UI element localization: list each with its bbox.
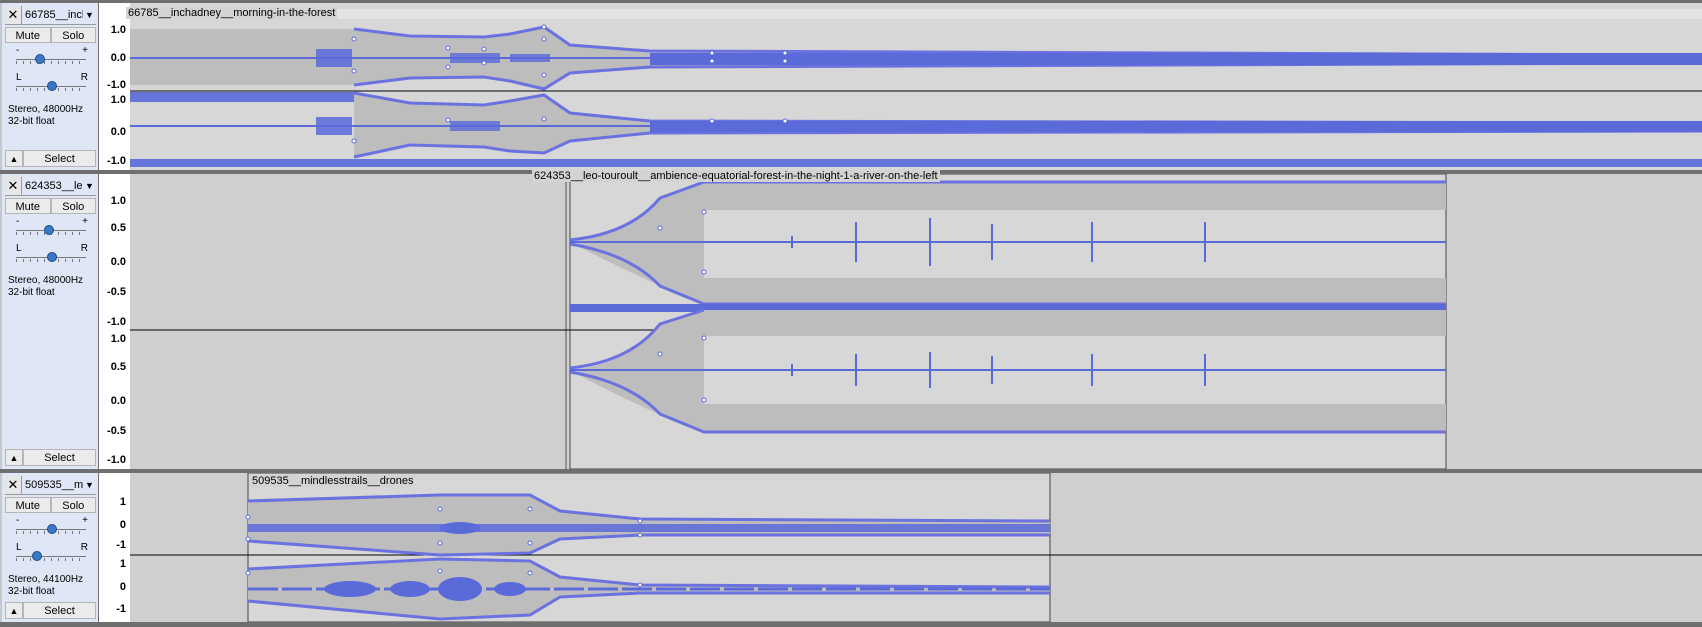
gain-slider[interactable]: - + (12, 45, 90, 67)
scale-label: 0.0 (110, 126, 126, 138)
solo-button[interactable]: Solo (50, 27, 96, 43)
waveform-svg[interactable] (130, 472, 1702, 623)
solo-button[interactable]: Solo (50, 497, 96, 513)
chevron-down-icon[interactable]: ▼ (83, 476, 96, 494)
scale-label: -0.5 (107, 286, 126, 298)
track-control-panel: ✕ 509535__mi ▼ Mute Solo - + L R Stereo, … (2, 473, 99, 622)
track-header: ✕ 624353__leo ▼ (5, 177, 96, 196)
scale-label: 1.0 (110, 24, 126, 36)
scale-label: -1.0 (107, 316, 126, 328)
close-icon[interactable]: ✕ (5, 177, 22, 195)
pan-slider-thumb[interactable] (47, 81, 57, 91)
scale-label: -1 (116, 603, 126, 615)
pan-slider[interactable]: L R (12, 542, 90, 564)
close-icon[interactable]: ✕ (5, 6, 22, 24)
track-control-panel: ✕ 624353__leo ▼ Mute Solo - + L R Stereo,… (2, 174, 99, 469)
scale-label: 0.0 (110, 256, 126, 268)
mute-button[interactable]: Mute (5, 497, 51, 513)
vertical-ruler[interactable]: 1 0 -1 1 0 -1 (99, 473, 130, 622)
scale-label: 1.0 (110, 333, 126, 345)
gain-slider[interactable]: - + (12, 216, 90, 238)
scale-label: 1 (119, 496, 126, 508)
scale-label: -1 (116, 539, 126, 551)
gain-slider-thumb[interactable] (35, 54, 45, 64)
pan-slider[interactable]: L R (12, 243, 90, 265)
scale-label: -0.5 (107, 425, 126, 437)
close-icon[interactable]: ✕ (5, 476, 22, 494)
collapse-icon[interactable]: ▲ (5, 449, 23, 466)
collapse-icon[interactable]: ▲ (5, 150, 23, 167)
waveform-area[interactable]: 66785__inchadney__morning-in-the-forest (126, 3, 1702, 170)
track-name-menu[interactable]: 624353__leo (22, 177, 83, 195)
scale-label: 0.0 (110, 395, 126, 407)
pan-left-label: L (16, 542, 22, 553)
clip-name[interactable]: 509535__mindlesstrails__drones (250, 475, 416, 487)
track-name-menu[interactable]: 509535__mi (22, 476, 83, 494)
solo-button[interactable]: Solo (50, 198, 96, 214)
track-name-menu[interactable]: 66785__inch (22, 6, 83, 24)
scale-label: -1.0 (107, 79, 126, 91)
track-header: ✕ 509535__mi ▼ (5, 476, 96, 495)
track-header: ✕ 66785__inch ▼ (5, 6, 96, 25)
collapse-icon[interactable]: ▲ (5, 602, 23, 619)
track-format-info: Stereo, 48000Hz 32-bit float (8, 275, 84, 298)
scale-label: -1.0 (107, 454, 126, 466)
track-format-info: Stereo, 48000Hz 32-bit float (8, 104, 84, 127)
chevron-down-icon[interactable]: ▼ (83, 6, 96, 24)
pan-slider-thumb[interactable] (47, 252, 57, 262)
track-control-panel: ✕ 66785__inch ▼ Mute Solo - + L R Stereo,… (2, 3, 99, 170)
scale-label: 1 (119, 558, 126, 570)
waveform-area[interactable]: 509535__mindlesstrails__drones (130, 472, 1702, 623)
pan-right-label: R (80, 243, 88, 254)
track-3: ✕ 509535__mi ▼ Mute Solo - + L R Stereo, … (0, 472, 1702, 623)
scale-label: 1.0 (110, 94, 126, 106)
track-1: ✕ 66785__inch ▼ Mute Solo - + L R Stereo,… (0, 3, 1702, 170)
track-2: ✕ 624353__leo ▼ Mute Solo - + L R Stereo,… (0, 170, 1702, 470)
gain-slider-thumb[interactable] (44, 225, 54, 235)
chevron-down-icon[interactable]: ▼ (83, 177, 96, 195)
scale-label: 0.5 (110, 222, 126, 234)
select-button[interactable]: Select (23, 449, 96, 466)
pan-left-label: L (16, 243, 22, 254)
gain-slider[interactable]: - + (12, 515, 90, 537)
track-format-info: Stereo, 44100Hz 32-bit float (8, 574, 84, 597)
select-button[interactable]: Select (23, 150, 96, 167)
vertical-ruler[interactable]: 1.0 0.0 -1.0 1.0 0.0 -1.0 (99, 3, 130, 170)
clip-name[interactable]: 624353__leo-touroult__ambience-equatoria… (532, 170, 940, 182)
pan-right-label: R (80, 72, 88, 83)
scale-label: 0 (119, 519, 126, 531)
scale-label: 0 (119, 581, 126, 593)
scale-label: 1.0 (110, 195, 126, 207)
scale-label: 0.0 (110, 52, 126, 64)
waveform-area[interactable]: 624353__leo-touroult__ambience-equatoria… (130, 170, 1702, 470)
pan-right-label: R (80, 542, 88, 553)
select-button[interactable]: Select (23, 602, 96, 619)
mute-button[interactable]: Mute (5, 27, 51, 43)
pan-slider[interactable]: L R (12, 72, 90, 94)
vertical-ruler[interactable]: 1.0 0.5 0.0 -0.5 -1.0 1.0 0.5 0.0 -0.5 -… (99, 174, 130, 469)
mute-button[interactable]: Mute (5, 198, 51, 214)
waveform-svg[interactable] (130, 173, 1702, 470)
pan-slider-thumb[interactable] (32, 551, 42, 561)
scale-label: -1.0 (107, 155, 126, 167)
waveform-svg[interactable] (130, 3, 1702, 170)
clip-name[interactable]: 66785__inchadney__morning-in-the-forest (126, 7, 338, 19)
scale-label: 0.5 (110, 361, 126, 373)
gain-slider-thumb[interactable] (47, 524, 57, 534)
pan-left-label: L (16, 72, 22, 83)
